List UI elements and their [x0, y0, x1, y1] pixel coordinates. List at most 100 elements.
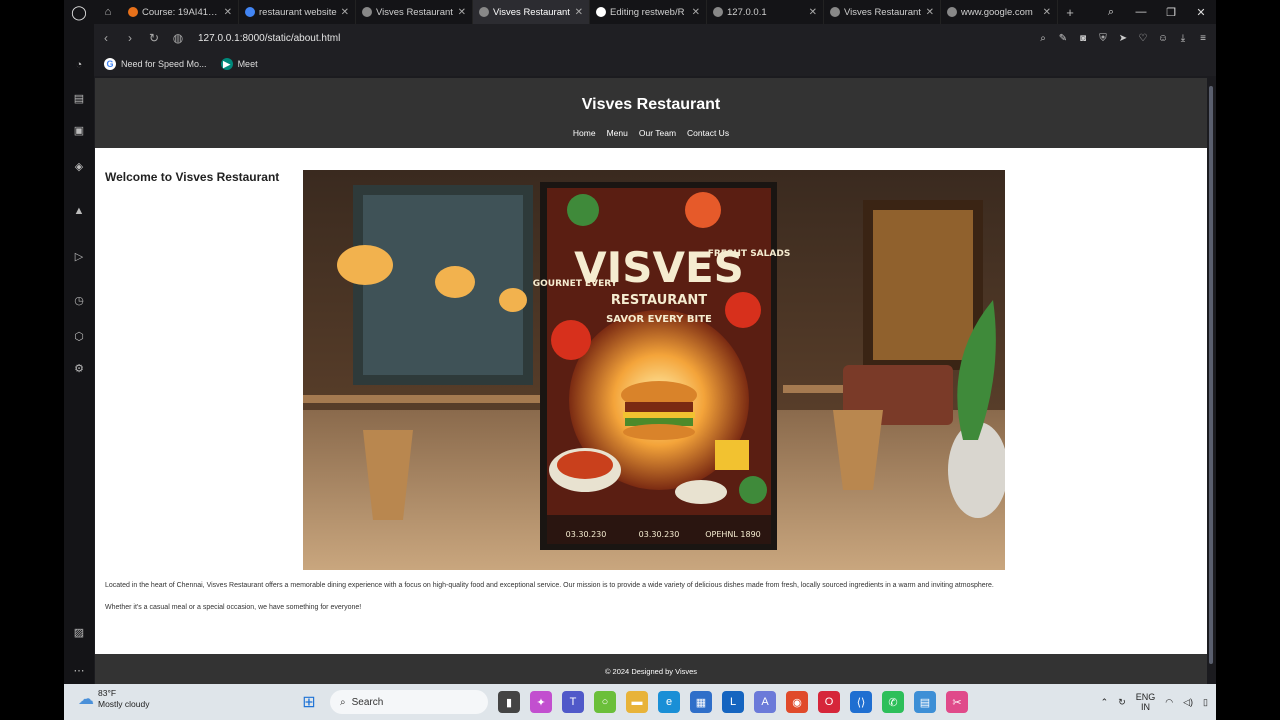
close-tab-icon[interactable]: ✕ [458, 7, 466, 18]
more-icon[interactable]: ⋯ [72, 664, 86, 678]
close-tab-icon[interactable]: ✕ [926, 7, 934, 18]
speed-dial-icon[interactable]: ◔ [72, 58, 86, 72]
bookmark-label: Need for Speed Mo... [121, 59, 207, 69]
site-footer: © 2024 Designed by Visves [95, 654, 1207, 684]
close-tab-icon[interactable]: ✕ [692, 7, 700, 18]
weather-desc: Mostly cloudy [98, 699, 150, 709]
close-window-button[interactable]: ✕ [1186, 6, 1216, 19]
app-ring-icon[interactable]: ○ [594, 691, 616, 713]
close-tab-icon[interactable]: ✕ [224, 7, 232, 18]
volume-icon[interactable]: ◁) [1183, 697, 1193, 708]
google-icon [245, 7, 255, 17]
tab[interactable]: Visves Restaurant ✕ [356, 0, 473, 24]
close-tab-icon[interactable]: ✕ [809, 7, 817, 18]
tab[interactable]: Editing restweb/R ✕ [590, 0, 707, 24]
browser-sidebar: ◔ ▤ ▣ ◈ ▲ ▷ ◷ ⬡ ⚙ ▨ ⋯ [64, 24, 94, 684]
heart-icon[interactable]: ♡ [1136, 33, 1150, 44]
globe-icon [830, 7, 840, 17]
weather-temp: 83°F [98, 688, 117, 698]
whatsapp-icon[interactable]: ✆ [882, 691, 904, 713]
notepad-icon[interactable]: ▤ [914, 691, 936, 713]
workspaces-icon[interactable]: ⌂ [94, 0, 122, 24]
globe-icon [362, 7, 372, 17]
close-tab-icon[interactable]: ✕ [575, 7, 583, 18]
weather-widget[interactable]: ☁ 83°F Mostly cloudy [78, 688, 150, 710]
task-view-icon[interactable]: ▮ [498, 691, 520, 713]
tab-strip: ◯ ⌂ Course: 19AI414-F ✕ restaurant website… [64, 0, 1216, 24]
profile-icon[interactable]: ☺ [1156, 33, 1170, 44]
battery-icon[interactable]: ▯ [1203, 697, 1208, 708]
sync-icon[interactable]: ↻ [1118, 697, 1126, 708]
site-info-icon[interactable]: ◍ [166, 31, 190, 45]
minimize-button[interactable]: — [1126, 6, 1156, 18]
edit-icon[interactable]: ✎ [1056, 33, 1070, 44]
address-bar: ‹ › ↻ ◍ 127.0.0.1:8000/static/about.html… [94, 24, 1216, 52]
file-explorer-icon[interactable]: ▬ [626, 691, 648, 713]
tab[interactable]: Visves Restaurant ✕ [473, 0, 590, 24]
meet-icon: ▶ [220, 58, 233, 70]
aria-icon[interactable]: ▲ [72, 204, 86, 218]
store-icon[interactable]: ▦ [690, 691, 712, 713]
tab[interactable]: www.google.com ✕ [941, 0, 1058, 24]
reload-button[interactable]: ↻ [142, 31, 166, 45]
opera-icon[interactable]: O [818, 691, 840, 713]
bookmark-item[interactable]: ▶ Meet [220, 58, 258, 70]
bookmark-item[interactable]: G Need for Speed Mo... [104, 58, 207, 70]
maximize-button[interactable]: ❐ [1156, 6, 1186, 19]
edge-icon[interactable]: e [658, 691, 680, 713]
nav-menu-link[interactable]: Menu [607, 128, 628, 138]
new-tab-button[interactable]: + [1058, 5, 1082, 20]
page-scrollbar[interactable] [1209, 86, 1213, 664]
easy-setup-icon[interactable]: ≡ [1196, 33, 1210, 44]
cube-icon[interactable]: ⬡ [72, 330, 86, 344]
taskbar-search[interactable]: ⌕ Search [330, 690, 488, 714]
site-title: Visves Restaurant [581, 96, 721, 113]
tab[interactable]: restaurant website ✕ [239, 0, 356, 24]
site-nav: Home Menu Our Team Contact Us [95, 128, 1207, 138]
vscode-icon[interactable]: ⟨⟩ [850, 691, 872, 713]
search-label: Search [351, 696, 384, 708]
nav-home-link[interactable]: Home [573, 128, 596, 138]
zoom-icon[interactable]: ⌕ [1036, 33, 1050, 44]
linkedin-icon[interactable]: L [722, 691, 744, 713]
globe-icon [713, 7, 723, 17]
forward-button[interactable]: › [118, 31, 142, 45]
shopping-icon[interactable]: ▤ [72, 92, 86, 106]
language-indicator[interactable]: ENG IN [1136, 692, 1156, 712]
tab-title: Visves Restaurant [844, 6, 921, 18]
language-code: ENG [1135, 692, 1156, 702]
nav-contact-link[interactable]: Contact Us [687, 128, 729, 138]
url-field[interactable]: 127.0.0.1:8000/static/about.html [198, 33, 340, 44]
download-icon[interactable]: ⤓ [1176, 33, 1190, 44]
globe-icon [479, 7, 489, 17]
image-icon[interactable]: ▨ [72, 626, 86, 640]
back-button[interactable]: ‹ [94, 31, 118, 45]
wifi-icon[interactable]: ◠ [1165, 697, 1173, 708]
app-a-icon[interactable]: A [754, 691, 776, 713]
extensions-icon[interactable]: ◈ [72, 160, 86, 174]
close-tab-icon[interactable]: ✕ [341, 7, 349, 18]
settings-icon[interactable]: ⚙ [72, 362, 86, 376]
teams-icon[interactable]: T [562, 691, 584, 713]
camera-icon[interactable]: ◙ [1076, 33, 1090, 44]
start-icon[interactable]: ⊞ [298, 691, 320, 713]
snipping-tool-icon[interactable]: ✂ [946, 691, 968, 713]
player-icon[interactable]: ▷ [72, 250, 86, 264]
tab[interactable]: Course: 19AI414-F ✕ [122, 0, 239, 24]
poster-tagline: SAVOR EVERY BITE [606, 314, 712, 325]
close-tab-icon[interactable]: ✕ [1043, 7, 1051, 18]
history-icon[interactable]: ◷ [72, 294, 86, 308]
tab[interactable]: Visves Restaurant ✕ [824, 0, 941, 24]
send-icon[interactable]: ➤ [1116, 33, 1130, 44]
copilot-icon[interactable]: ✦ [530, 691, 552, 713]
nav-team-link[interactable]: Our Team [639, 128, 676, 138]
opera-logo-icon[interactable]: ◯ [64, 0, 94, 24]
tray-overflow-icon[interactable]: ⌃ [1101, 697, 1109, 708]
twitch-icon[interactable]: ▣ [72, 124, 86, 138]
chrome-icon[interactable]: ◉ [786, 691, 808, 713]
search-tabs-icon[interactable]: ⌕ [1096, 6, 1126, 19]
page-viewport: Visves Restaurant Home Menu Our Team Con… [95, 78, 1207, 684]
tab[interactable]: 127.0.0.1 ✕ [707, 0, 824, 24]
restaurant-photo: VISVES RESTAURANT SAVOR EVERY BITE GOURN… [303, 170, 1005, 570]
shield-icon[interactable]: ⛨ [1096, 33, 1110, 44]
